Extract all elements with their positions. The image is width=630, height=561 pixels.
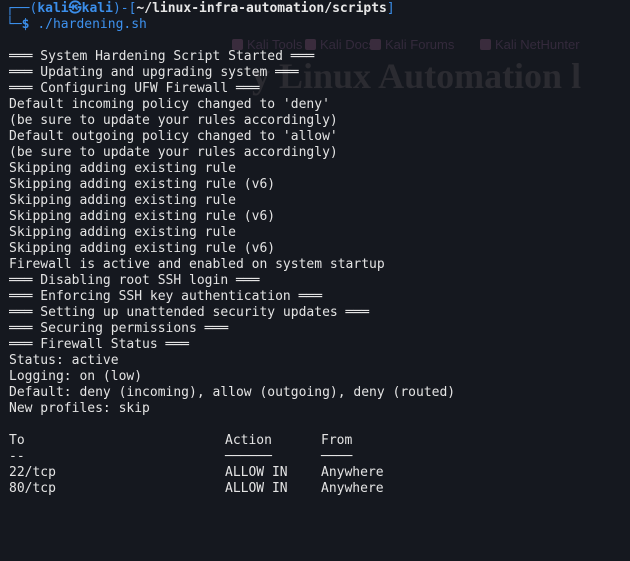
- output-line: Default: deny (incoming), allow (outgoin…: [9, 385, 456, 400]
- terminal-output: ═══ System Hardening Script Started ═══ ═…: [9, 49, 627, 497]
- ufw-table-header: To Action From: [9, 433, 627, 449]
- ufw-sep-action: ──────: [225, 449, 272, 464]
- output-line: Status: active: [9, 353, 119, 368]
- output-line: Skipping adding existing rule (v6): [9, 209, 276, 224]
- output-line: ═══ Updating and upgrading system ═══: [9, 65, 299, 80]
- output-line: Skipping adding existing rule: [9, 193, 236, 208]
- ufw-rule-from: Anywhere: [321, 481, 384, 496]
- ufw-status-table: To Action From -- ────── ──── 22/tcp ALL…: [9, 433, 627, 497]
- output-line: Skipping adding existing rule: [9, 161, 236, 176]
- output-line: Skipping adding existing rule: [9, 225, 236, 240]
- prompt-dollar-sign: $: [21, 17, 30, 32]
- script-output-lines: ═══ System Hardening Script Started ═══ ═…: [9, 49, 627, 433]
- ufw-rule-action: ALLOW IN: [225, 481, 288, 496]
- executed-command: ./hardening.sh: [37, 17, 147, 32]
- ufw-sep-to: --: [9, 449, 25, 464]
- output-line: ═══ Disabling root SSH login ═══: [9, 273, 260, 288]
- output-line: Skipping adding existing rule (v6): [9, 177, 276, 192]
- output-line: Logging: on (low): [9, 369, 143, 384]
- output-line: ═══ Setting up unattended security updat…: [9, 305, 370, 320]
- prompt-user-host: kali㉿kali: [37, 1, 113, 16]
- output-line: Firewall is active and enabled on system…: [9, 257, 385, 272]
- shell-prompt-header: ┌──(kali㉿kali)-[~/linux-infra-automation…: [6, 1, 395, 17]
- output-line: ═══ System Hardening Script Started ═══: [9, 49, 315, 64]
- ufw-rule-to: 80/tcp: [9, 481, 56, 496]
- ufw-sep-from: ────: [321, 449, 353, 464]
- output-line: Default outgoing policy changed to 'allo…: [9, 129, 338, 144]
- output-line: (be sure to update your rules accordingl…: [9, 113, 338, 128]
- shell-prompt-command-line[interactable]: └─$ ./hardening.sh: [6, 17, 147, 33]
- output-line: Skipping adding existing rule (v6): [9, 241, 276, 256]
- prompt-bracket-close: ]: [386, 1, 395, 16]
- prompt-separator: )-[: [112, 1, 137, 16]
- output-line: (be sure to update your rules accordingl…: [9, 145, 338, 160]
- ufw-rule-to: 22/tcp: [9, 465, 56, 480]
- prompt-corner: ┌──(: [6, 1, 38, 16]
- output-line: ═══ Configuring UFW Firewall ═══: [9, 81, 260, 96]
- output-line: New profiles: skip: [9, 401, 150, 416]
- ufw-rule-action: ALLOW IN: [225, 465, 288, 480]
- prompt-corner-bottom: └─: [6, 17, 22, 32]
- output-line: Default incoming policy changed to 'deny…: [9, 97, 330, 112]
- ufw-table-separator: -- ────── ────: [9, 449, 627, 465]
- ufw-header-to: To: [9, 433, 25, 448]
- ufw-rule-from: Anywhere: [321, 465, 384, 480]
- output-line: ═══ Securing permissions ═══: [9, 321, 229, 336]
- ufw-rule-row: 80/tcp ALLOW IN Anywhere: [9, 481, 627, 497]
- output-line: ═══ Enforcing SSH key authentication ═══: [9, 289, 323, 304]
- ufw-header-action: Action: [225, 433, 272, 448]
- ufw-rule-row: 22/tcp ALLOW IN Anywhere: [9, 465, 627, 481]
- prompt-current-directory: ~/linux-infra-automation/scripts: [136, 1, 387, 16]
- ufw-header-from: From: [321, 433, 353, 448]
- output-line: ═══ Firewall Status ═══: [9, 337, 190, 352]
